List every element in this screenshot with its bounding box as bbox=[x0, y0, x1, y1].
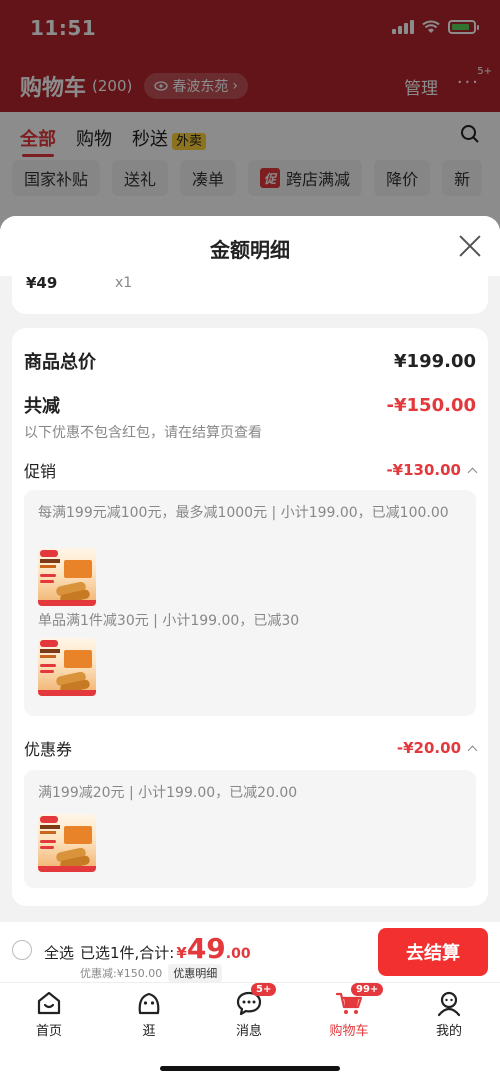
total-price-label: 商品总价 bbox=[24, 352, 96, 373]
nav-home-label: 首页 bbox=[35, 1024, 62, 1039]
chevron-up-icon[interactable] bbox=[467, 745, 478, 755]
nav-home[interactable]: 首页 bbox=[14, 989, 84, 1039]
profile-icon bbox=[437, 991, 461, 1017]
total-reduction-row: 共减 -¥150.00 bbox=[24, 392, 476, 418]
promotion-row[interactable]: 促销 -¥130.00 bbox=[24, 458, 478, 482]
promotion-rule-2: 单品满1件减30元 | 小计199.00，已减30 bbox=[38, 613, 300, 629]
select-all-label[interactable]: 全选 bbox=[44, 942, 74, 963]
chevron-up-icon[interactable] bbox=[467, 467, 478, 477]
summary-amount-integer: 49 bbox=[186, 932, 226, 965]
product-thumbnail[interactable] bbox=[38, 548, 96, 606]
coupon-detail-box: 满199减20元 | 小计199.00，已减20.00 bbox=[24, 770, 476, 888]
promotion-rule-1: 每满199元减100元，最多减1000元 | 小计199.00，已减100.00 bbox=[38, 505, 449, 521]
coupon-value: -¥20.00 bbox=[396, 739, 461, 757]
cart-icon-wrap: 99+ bbox=[335, 983, 384, 1017]
coupon-value-wrap: -¥20.00 bbox=[396, 739, 478, 757]
item-quantity: x1 bbox=[115, 275, 133, 291]
sheet-header: 金额明细 bbox=[0, 216, 500, 276]
reduction-note: 以下优惠不包含红包，请在结算页查看 bbox=[24, 425, 262, 441]
sheet-title: 金额明细 bbox=[210, 238, 290, 262]
promotion-label: 促销 bbox=[24, 462, 57, 481]
discount-detail-button[interactable]: 优惠明细 bbox=[168, 964, 223, 982]
nav-profile[interactable]: 我的 bbox=[414, 989, 484, 1039]
coupon-label: 优惠券 bbox=[24, 740, 73, 759]
coupon-rule-1: 满199减20元 | 小计199.00，已减20.00 bbox=[38, 785, 298, 801]
discount-line: 优惠减:¥150.00 优惠明细 bbox=[80, 964, 223, 982]
promotion-detail-box: 每满199元减100元，最多减1000元 | 小计199.00，已减100.00… bbox=[24, 490, 476, 716]
summary-text: 已选1件,合计: bbox=[80, 944, 175, 962]
total-price-value: ¥199.00 bbox=[394, 350, 476, 372]
item-price: ¥49 bbox=[26, 274, 58, 292]
nav-cart-label: 购物车 bbox=[329, 1024, 369, 1039]
checkout-button[interactable]: 去结算 bbox=[378, 928, 488, 976]
message-icon-wrap: 5+ bbox=[235, 983, 277, 1017]
promotion-value: -¥130.00 bbox=[386, 461, 461, 479]
nav-messages-label: 消息 bbox=[235, 1024, 262, 1039]
total-reduction-value: -¥150.00 bbox=[386, 394, 476, 416]
nav-browse[interactable]: 逛 bbox=[114, 989, 184, 1039]
item-card: ¥49 x1 bbox=[12, 274, 488, 314]
summary-amount-decimal: .00 bbox=[225, 946, 251, 962]
nav-browse-label: 逛 bbox=[142, 1024, 156, 1039]
amount-detail-card: 商品总价 ¥199.00 共减 -¥150.00 以下优惠不包含红包，请在结算页… bbox=[12, 328, 488, 906]
total-price-row: 商品总价 ¥199.00 bbox=[24, 348, 476, 374]
close-icon[interactable] bbox=[458, 234, 482, 258]
checkout-bar: 全选 已选1件,合计: ¥ 49 .00 优惠减:¥150.00 优惠明细 去结… bbox=[0, 922, 500, 982]
browse-icon bbox=[138, 992, 160, 1015]
select-all-checkbox[interactable] bbox=[12, 940, 32, 960]
cart-badge: 99+ bbox=[351, 983, 384, 996]
home-indicator[interactable] bbox=[160, 1066, 340, 1071]
background-page: 11:51 购物车 (200) 春波东苑 › 管理 ··· 5+ 全部 购物 秒 bbox=[0, 0, 500, 230]
message-badge: 5+ bbox=[251, 983, 277, 996]
nav-cart[interactable]: 99+ 购物车 bbox=[314, 983, 384, 1039]
modal-overlay[interactable] bbox=[0, 0, 500, 230]
product-thumbnail[interactable] bbox=[38, 638, 96, 696]
promotion-value-wrap: -¥130.00 bbox=[386, 461, 478, 479]
nav-messages[interactable]: 5+ 消息 bbox=[214, 983, 284, 1039]
order-summary: 已选1件,合计: ¥ 49 .00 bbox=[80, 932, 251, 965]
total-reduction-label: 共减 bbox=[24, 396, 60, 417]
nav-profile-label: 我的 bbox=[435, 1024, 462, 1039]
coupon-row[interactable]: 优惠券 -¥20.00 bbox=[24, 736, 478, 760]
summary-currency: ¥ bbox=[176, 944, 187, 962]
home-icon bbox=[37, 991, 61, 1015]
product-thumbnail[interactable] bbox=[38, 814, 96, 872]
discount-amount: 优惠减:¥150.00 bbox=[80, 967, 163, 980]
